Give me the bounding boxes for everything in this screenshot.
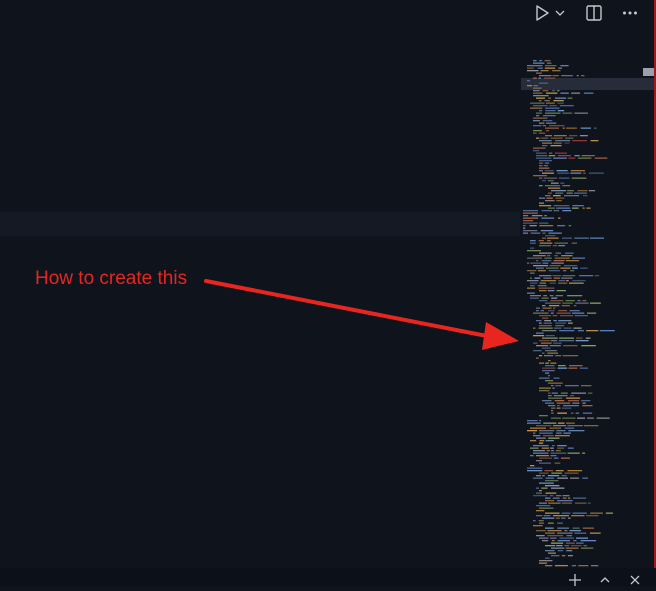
maximize-icon[interactable]: [598, 572, 612, 586]
run-menu-button[interactable]: [554, 1, 566, 25]
code-editor[interactable]: How to create this: [0, 0, 656, 568]
more-actions-button[interactable]: [618, 1, 642, 25]
split-editor-icon: [586, 5, 602, 21]
minimap[interactable]: [521, 58, 656, 568]
run-button[interactable]: [530, 1, 554, 25]
minimap-code-preview: [521, 60, 656, 567]
close-icon[interactable]: [628, 572, 642, 586]
panel-bar: [0, 568, 656, 586]
split-editor-button[interactable]: [582, 1, 606, 25]
current-line-highlight: [0, 212, 520, 236]
add-icon[interactable]: [568, 572, 582, 586]
annotation-label: How to create this: [35, 268, 188, 289]
play-icon: [536, 5, 549, 21]
minimap-marker: [643, 68, 654, 76]
more-actions-icon: [623, 11, 637, 15]
editor-toolbar: [530, 0, 656, 26]
chevron-down-icon: [555, 10, 565, 16]
